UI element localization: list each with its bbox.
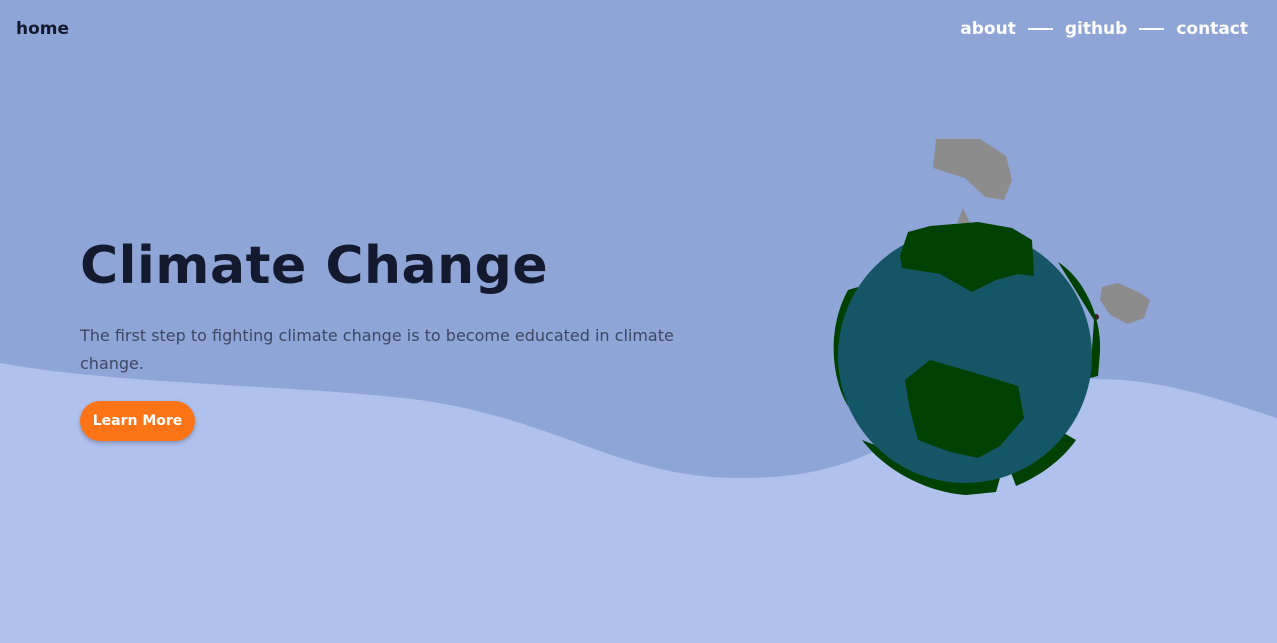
nav-contact-link[interactable]: contact [1176, 19, 1248, 39]
learn-more-button[interactable]: Learn More [80, 401, 195, 441]
cloud-shape [957, 208, 970, 223]
earth-globe-illustration [833, 139, 1150, 495]
nav-right: about github contact [960, 19, 1248, 39]
nav-about-link[interactable]: about [960, 19, 1016, 39]
nav-github-link[interactable]: github [1065, 19, 1128, 39]
cloud-shape [1100, 283, 1150, 324]
hero-title: Climate Change [80, 236, 549, 296]
nav-home-link[interactable]: home [16, 19, 69, 39]
page: home about github contact Climate Change… [0, 0, 1277, 643]
hero-description: The first step to fighting climate chang… [80, 326, 674, 373]
nav-separator [1027, 28, 1053, 30]
cloud-shape [933, 139, 1012, 200]
nav-separator [1139, 28, 1165, 30]
